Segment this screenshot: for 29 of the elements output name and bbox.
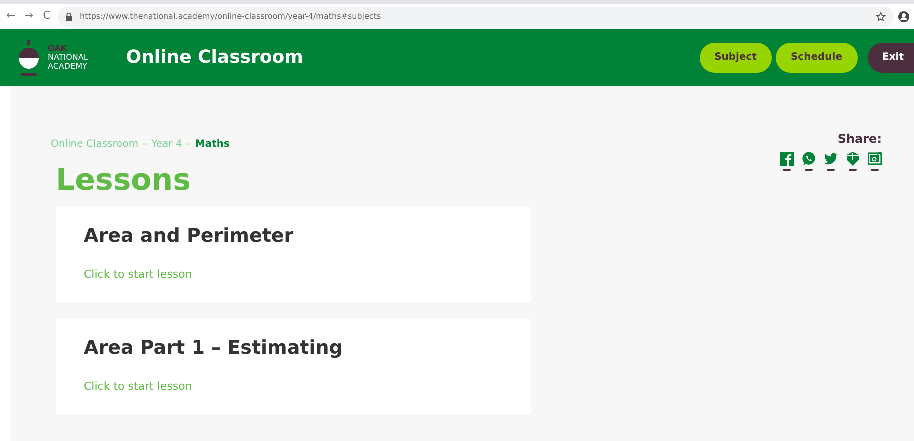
lesson-title: Area and Perimeter: [84, 224, 295, 249]
start-lesson-link[interactable]: Click to start lesson: [84, 378, 192, 395]
back-button[interactable]: ←: [4, 8, 18, 25]
lessons-heading: Lessons: [56, 163, 192, 199]
address-bar[interactable]: https://www.thenational.academy/online-classroom/year-4/maths#subjects: [58, 6, 894, 26]
share-label: Share:: [838, 131, 882, 148]
start-lesson-link[interactable]: Click to start lesson: [84, 266, 192, 283]
logo-text: NATIONAL: [48, 53, 88, 62]
lock-icon: [66, 12, 72, 20]
url-text: https://www.thenational.academy/online-classroom/year-4/maths#subjects: [80, 10, 382, 22]
acorn-logo-icon: [18, 40, 40, 76]
facebook-icon[interactable]: [780, 152, 794, 171]
twitter-icon[interactable]: [824, 152, 838, 171]
lesson-title: Area Part 1 – Estimating: [84, 336, 344, 361]
forward-button[interactable]: →: [22, 8, 36, 25]
breadcrumb-separator: –: [186, 139, 192, 150]
site-title: Online Classroom: [126, 46, 304, 70]
profile-icon[interactable]: [898, 10, 910, 22]
exit-button[interactable]: Exit: [868, 42, 914, 72]
star-icon[interactable]: [876, 12, 886, 22]
nav-button[interactable]: Subject: [700, 42, 772, 72]
reload-button[interactable]: C: [40, 8, 54, 25]
nav-button[interactable]: Schedule: [776, 42, 858, 72]
share-image-icon[interactable]: [868, 152, 882, 171]
whatsapp-icon[interactable]: [802, 152, 816, 171]
breadcrumb-separator: –: [142, 139, 148, 150]
logo-text: ACADEMY: [48, 62, 88, 71]
shield-icon[interactable]: [846, 152, 860, 171]
logo-text: OAK: [48, 44, 68, 53]
